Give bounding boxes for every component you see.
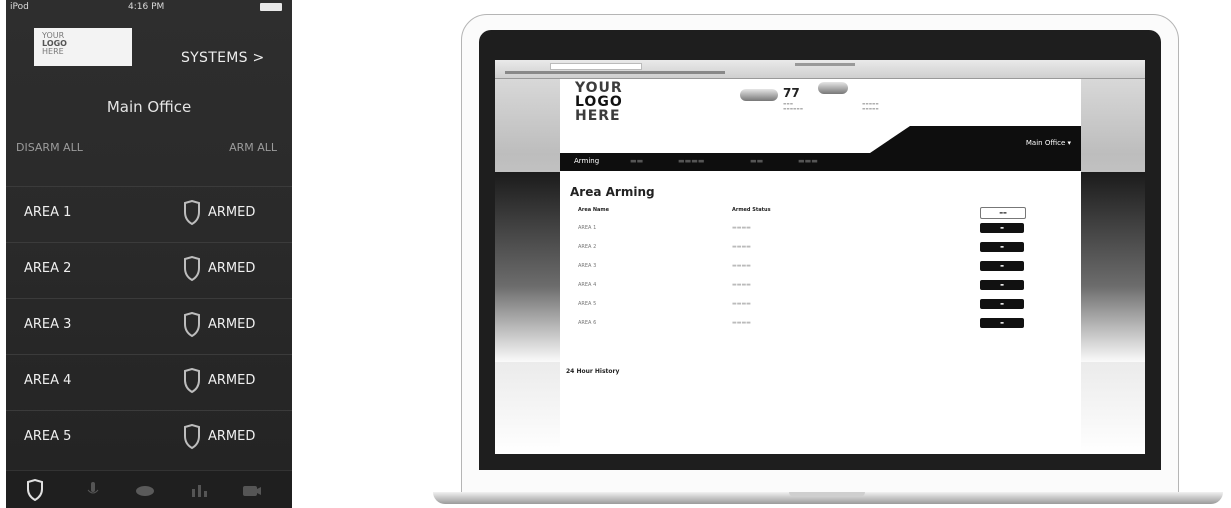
area-name: AREA 3 bbox=[24, 317, 72, 332]
arm-button[interactable]: ▬ bbox=[980, 242, 1024, 252]
area-status: ▬▬▬▬ bbox=[732, 320, 751, 326]
shield-icon bbox=[184, 200, 200, 226]
side-gradient bbox=[495, 172, 560, 362]
address-bar[interactable] bbox=[550, 63, 642, 70]
arm-button[interactable]: ▬ bbox=[980, 223, 1024, 233]
table-row: AREA 5 ▬▬▬▬ ▬ bbox=[560, 296, 1081, 314]
cloud-icon bbox=[740, 89, 778, 101]
table-row: AREA 6 ▬▬▬▬ ▬ bbox=[560, 315, 1081, 333]
area-status: ▬▬▬▬ bbox=[732, 225, 751, 231]
bookmarks-bar bbox=[505, 71, 725, 74]
side-gradient bbox=[1081, 172, 1145, 362]
cloud-icon[interactable] bbox=[134, 479, 156, 501]
disarm-all-button[interactable]: DISARM ALL bbox=[16, 141, 83, 154]
nav-item[interactable]: ▬▬▬ bbox=[798, 157, 818, 165]
shield-icon bbox=[184, 256, 200, 282]
history-title: 24 Hour History bbox=[566, 368, 620, 375]
browser-window: YOUR LOGO HERE 77 ≡≡≡ ≡≡≡≡≡≡ ≡≡≡≡≡ ≡≡≡≡≡ M… bbox=[495, 60, 1145, 454]
area-name: AREA 4 bbox=[24, 373, 72, 388]
bar-chart-icon[interactable] bbox=[188, 479, 210, 501]
cloud-icon bbox=[818, 82, 848, 94]
table-row: AREA 3 ▬▬▬▬ ▬ bbox=[560, 258, 1081, 276]
mobile-app-screen: iPod 4:16 PM YOUR LOGO HERE SYSTEMS > Ma… bbox=[6, 0, 292, 508]
table-row: AREA 1 ▬▬▬▬ ▬ bbox=[560, 220, 1081, 238]
area-status: ▬▬▬▬ bbox=[732, 244, 751, 250]
area-status: ▬▬▬▬ bbox=[732, 282, 751, 288]
area-status: ARMED bbox=[208, 317, 256, 332]
screen-bezel: YOUR LOGO HERE 77 ≡≡≡ ≡≡≡≡≡≡ ≡≡≡≡≡ ≡≡≡≡≡ M… bbox=[479, 30, 1161, 470]
status-bar: iPod 4:16 PM bbox=[6, 0, 292, 14]
col-area-name: Area Name bbox=[578, 207, 610, 213]
arm-button[interactable]: ▬ bbox=[980, 299, 1024, 309]
area-row[interactable]: AREA 1 ARMED bbox=[6, 186, 292, 242]
area-name: AREA 5 bbox=[24, 429, 72, 444]
arm-button[interactable]: ▬ bbox=[980, 261, 1024, 271]
area-row[interactable]: AREA 3 ARMED bbox=[6, 298, 292, 354]
laptop-lid: YOUR LOGO HERE 77 ≡≡≡ ≡≡≡≡≡≡ ≡≡≡≡≡ ≡≡≡≡≡ M… bbox=[461, 14, 1179, 494]
area-status: ARMED bbox=[208, 261, 256, 276]
battery-icon bbox=[260, 3, 282, 11]
col-armed-status: Armed Status bbox=[732, 207, 771, 213]
microphone-icon[interactable] bbox=[82, 479, 104, 501]
tab-bar bbox=[6, 470, 292, 508]
area-row[interactable]: AREA 5 ARMED bbox=[6, 410, 292, 466]
area-name: AREA 1 bbox=[578, 225, 597, 231]
table-row: AREA 2 ▬▬▬▬ ▬ bbox=[560, 239, 1081, 257]
location-dropdown[interactable]: Main Office ▾ bbox=[1026, 139, 1071, 147]
browser-toolbar bbox=[495, 60, 1145, 79]
carrier-label: iPod bbox=[10, 2, 29, 12]
area-row[interactable]: AREA 2 ARMED bbox=[6, 242, 292, 298]
weather-detail: ≡≡≡ ≡≡≡≡≡≡ bbox=[783, 101, 804, 111]
brand-logo: YOUR LOGO HERE bbox=[34, 28, 132, 66]
main-nav: Arming ▬▬ ▬▬▬▬ ▬▬ ▬▬▬ bbox=[560, 153, 1081, 171]
area-name: AREA 5 bbox=[578, 301, 597, 307]
area-status: ARMED bbox=[208, 429, 256, 444]
systems-button[interactable]: SYSTEMS > bbox=[181, 50, 265, 66]
area-row[interactable]: AREA 4 ARMED bbox=[6, 354, 292, 410]
web-page: YOUR LOGO HERE 77 ≡≡≡ ≡≡≡≡≡≡ ≡≡≡≡≡ ≡≡≡≡≡ M… bbox=[560, 79, 1081, 454]
shield-icon bbox=[184, 312, 200, 338]
area-name: AREA 2 bbox=[24, 261, 72, 276]
nav-item[interactable]: ▬▬ bbox=[750, 157, 763, 165]
shield-icon bbox=[184, 368, 200, 394]
area-status: ▬▬▬▬ bbox=[732, 301, 751, 307]
arm-button[interactable]: ▬ bbox=[980, 318, 1024, 328]
arm-all-button[interactable]: ▬▬ bbox=[980, 207, 1026, 219]
window-title bbox=[795, 63, 855, 66]
shield-icon[interactable] bbox=[24, 479, 46, 501]
area-name: AREA 3 bbox=[578, 263, 597, 269]
location-title: Main Office bbox=[106, 98, 192, 116]
area-name: AREA 2 bbox=[578, 244, 597, 250]
shield-icon bbox=[184, 424, 200, 450]
laptop-notch bbox=[789, 492, 865, 497]
area-status: ▬▬▬▬ bbox=[732, 263, 751, 269]
area-name: AREA 1 bbox=[24, 205, 72, 220]
arm-all-button[interactable]: ARM ALL bbox=[229, 141, 277, 154]
area-status: ARMED bbox=[208, 373, 256, 388]
nav-item[interactable]: ▬▬ bbox=[630, 157, 643, 165]
table-row: AREA 4 ▬▬▬▬ ▬ bbox=[560, 277, 1081, 295]
arm-button[interactable]: ▬ bbox=[980, 280, 1024, 290]
area-name: AREA 6 bbox=[578, 320, 597, 326]
nav-item[interactable]: ▬▬▬▬ bbox=[678, 157, 704, 165]
area-status: ARMED bbox=[208, 205, 256, 220]
clock: 4:16 PM bbox=[128, 2, 165, 12]
area-name: AREA 4 bbox=[578, 282, 597, 288]
camera-icon[interactable] bbox=[240, 479, 262, 501]
nav-arming[interactable]: Arming bbox=[574, 157, 599, 165]
header-wedge bbox=[870, 126, 910, 153]
laptop-mockup: YOUR LOGO HERE 77 ≡≡≡ ≡≡≡≡≡≡ ≡≡≡≡≡ ≡≡≡≡≡ M… bbox=[433, 0, 1223, 508]
forecast-detail: ≡≡≡≡≡ ≡≡≡≡≡ bbox=[862, 101, 879, 111]
temperature: 77 bbox=[783, 86, 800, 100]
brand-logo: YOUR LOGO HERE bbox=[575, 80, 623, 124]
page-title: Area Arming bbox=[570, 185, 655, 199]
